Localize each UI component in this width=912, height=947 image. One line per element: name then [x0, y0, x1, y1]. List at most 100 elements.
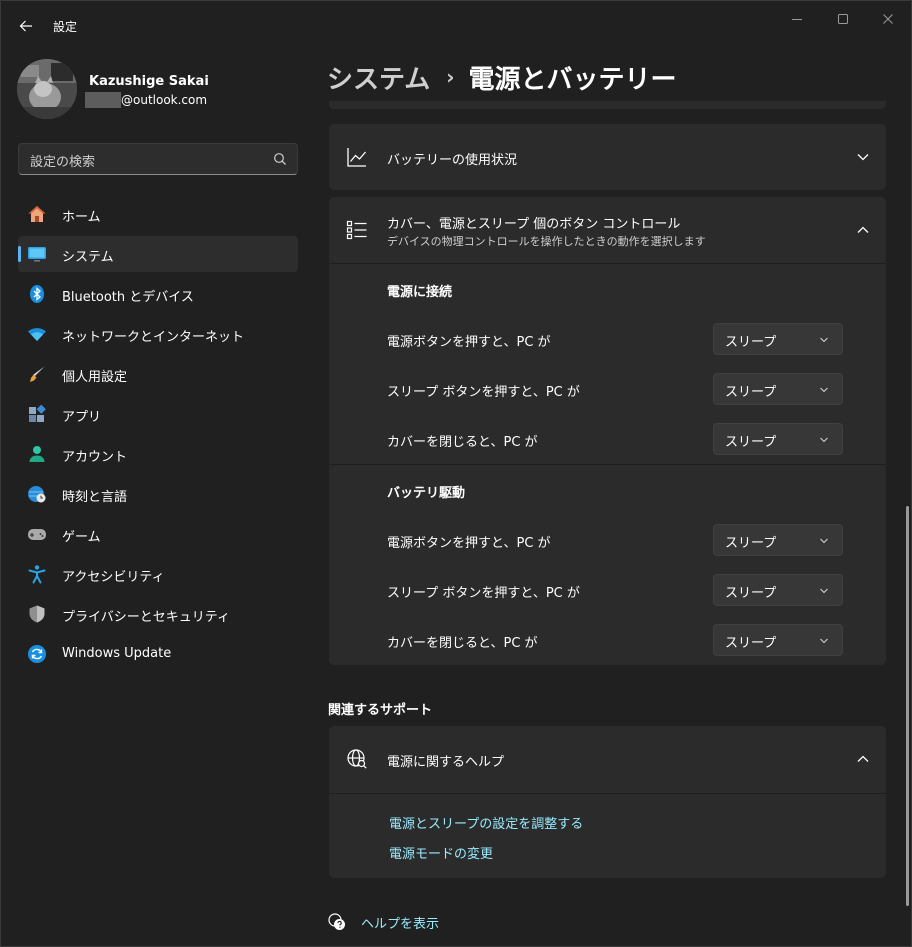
lid-buttons-card-header[interactable]: カバー、電源とスリープ 個のボタン コントロール デバイスの物理コントロールを操… — [329, 197, 886, 263]
dropdown-value: スリープ — [725, 435, 777, 450]
apps-icon — [27, 404, 47, 424]
brush-icon — [27, 364, 47, 384]
minimize-button[interactable] — [782, 7, 812, 31]
close-button[interactable] — [873, 7, 903, 31]
sleep-button-label: スリープ ボタンを押すと、PC が — [387, 586, 580, 601]
chevron-up-icon — [857, 226, 869, 233]
sidebar-item-label: ネットワークとインターネット — [62, 330, 245, 345]
dropdown-value: スリープ — [725, 335, 777, 350]
sidebar-item-accounts[interactable]: アカウント — [18, 436, 298, 472]
lid-close-plugged-dropdown[interactable]: スリープ — [713, 423, 843, 455]
avatar — [17, 59, 77, 119]
search-placeholder: 設定の検索 — [30, 155, 96, 170]
sidebar-item-home[interactable]: ホーム — [18, 196, 298, 232]
sleep-button-battery-dropdown[interactable]: スリープ — [713, 574, 843, 606]
gamepad-icon — [27, 524, 47, 544]
settings-window: 設定 Kazushige Sakai @outlook.com 設定の検索 ホー… — [0, 0, 912, 947]
chevron-down-icon — [820, 387, 828, 393]
scrollbar[interactable] — [906, 506, 909, 906]
wifi-icon — [27, 324, 47, 344]
user-email: @outlook.com — [85, 92, 207, 108]
sidebar-item-label: アカウント — [62, 450, 128, 465]
help-chat-icon — [328, 913, 345, 930]
previous-card-edge — [329, 101, 886, 109]
chevron-down-icon — [820, 437, 828, 443]
sidebar-item-label: アプリ — [62, 410, 102, 425]
sidebar-item-label: 時刻と言語 — [62, 490, 128, 505]
sidebar-item-label: 個人用設定 — [62, 370, 128, 385]
search-input[interactable]: 設定の検索 — [18, 143, 298, 175]
power-button-battery-dropdown[interactable]: スリープ — [713, 524, 843, 556]
list-settings-icon — [346, 220, 367, 240]
chevron-down-icon — [820, 538, 828, 544]
adjust-sleep-settings-link[interactable]: 電源とスリープの設定を調整する — [389, 813, 583, 832]
change-power-mode-link[interactable]: 電源モードの変更 — [389, 843, 493, 862]
chevron-down-icon — [857, 154, 869, 161]
minimize-icon — [792, 19, 802, 20]
dropdown-value: スリープ — [725, 586, 777, 601]
breadcrumb: システム › 電源とバッテリー — [327, 59, 677, 95]
lid-close-label: カバーを閉じると、PC が — [387, 435, 538, 450]
email-suffix: @outlook.com — [121, 93, 208, 107]
sidebar-item-apps[interactable]: アプリ — [18, 396, 298, 432]
bluetooth-icon — [27, 284, 47, 304]
breadcrumb-separator: › — [446, 65, 455, 89]
sidebar-item-network[interactable]: ネットワークとインターネット — [18, 316, 298, 352]
lid-close-battery-dropdown[interactable]: スリープ — [713, 624, 843, 656]
battery-usage-title: バッテリーの使用状況 — [387, 153, 518, 168]
get-help-link[interactable]: ヘルプを表示 — [361, 913, 439, 932]
sidebar-item-label: Bluetooth とデバイス — [62, 290, 194, 305]
back-arrow-icon — [19, 20, 32, 32]
sidebar-item-personalization[interactable]: 個人用設定 — [18, 356, 298, 392]
sidebar-item-bluetooth[interactable]: Bluetooth とデバイス — [18, 276, 298, 312]
sidebar-item-time-language[interactable]: 時刻と言語 — [18, 476, 298, 512]
sidebar-item-gaming[interactable]: ゲーム — [18, 516, 298, 552]
globe-search-icon — [347, 749, 367, 769]
sidebar-item-label: Windows Update — [62, 646, 172, 661]
user-profile[interactable]: Kazushige Sakai @outlook.com — [17, 59, 307, 119]
plugged-in-heading: 電源に接続 — [387, 285, 453, 300]
power-help-title: 電源に関するヘルプ — [387, 755, 505, 770]
related-support-heading: 関連するサポート — [328, 703, 433, 718]
power-button-label: 電源ボタンを押すと、PC が — [387, 536, 551, 551]
chevron-up-icon — [857, 755, 869, 762]
breadcrumb-parent[interactable]: システム — [327, 59, 430, 96]
sidebar-item-label: ゲーム — [62, 530, 101, 545]
account-icon — [27, 444, 47, 464]
maximize-button[interactable] — [828, 7, 858, 31]
globe-clock-icon — [27, 484, 47, 504]
sidebar-item-label: アクセシビリティ — [62, 570, 165, 585]
update-icon — [27, 644, 47, 664]
sidebar-item-label: プライバシーとセキュリティ — [62, 610, 230, 625]
lid-buttons-subtitle: デバイスの物理コントロールを操作したときの動作を選択します — [387, 235, 706, 248]
shield-icon — [27, 604, 47, 624]
power-help-card-header[interactable]: 電源に関するヘルプ — [329, 726, 886, 793]
home-icon — [27, 204, 47, 224]
dropdown-value: スリープ — [725, 536, 777, 551]
sleep-button-plugged-dropdown[interactable]: スリープ — [713, 373, 843, 405]
dropdown-value: スリープ — [725, 385, 777, 400]
sidebar-item-privacy[interactable]: プライバシーとセキュリティ — [18, 596, 298, 632]
title-bar: 設定 — [1, 1, 911, 49]
accessibility-icon — [27, 564, 47, 584]
sidebar-item-system[interactable]: システム — [18, 236, 298, 272]
chevron-down-icon — [820, 337, 828, 343]
lid-buttons-title: カバー、電源とスリープ 個のボタン コントロール — [387, 217, 681, 232]
back-button[interactable] — [13, 13, 39, 39]
power-help-panel — [329, 794, 886, 878]
battery-usage-card[interactable]: バッテリーの使用状況 — [329, 124, 886, 190]
sidebar-item-accessibility[interactable]: アクセシビリティ — [18, 556, 298, 592]
user-name: Kazushige Sakai — [89, 74, 209, 89]
sidebar-nav: ホーム システム Bluetooth とデバイス ネットワークとインターネット … — [18, 196, 298, 676]
sidebar-item-label: ホーム — [62, 210, 101, 225]
sidebar-item-label: システム — [62, 250, 114, 265]
power-button-label: 電源ボタンを押すと、PC が — [387, 335, 551, 350]
redacted-block — [85, 92, 121, 108]
lid-close-label: カバーを閉じると、PC が — [387, 636, 538, 651]
chevron-down-icon — [820, 638, 828, 644]
sidebar-item-windows-update[interactable]: Windows Update — [18, 636, 298, 672]
sleep-button-label: スリープ ボタンを押すと、PC が — [387, 385, 580, 400]
maximize-icon — [838, 14, 848, 24]
power-button-plugged-dropdown[interactable]: スリープ — [713, 323, 843, 355]
on-battery-heading: バッテリ駆動 — [387, 486, 466, 501]
